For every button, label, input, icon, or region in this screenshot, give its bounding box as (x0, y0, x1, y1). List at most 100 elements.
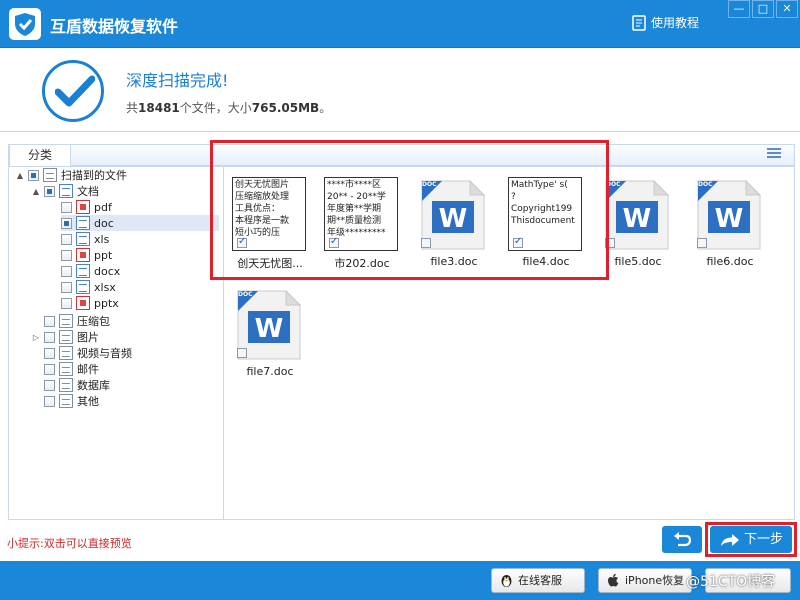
apple-icon (608, 573, 619, 587)
tree-item-docx[interactable]: docx (61, 263, 120, 279)
app-title: 互盾数据恢复软件 (50, 17, 179, 36)
tree-checkbox[interactable] (28, 169, 39, 181)
next-step-button[interactable]: 下一步 (710, 526, 792, 553)
file-item[interactable]: MathType' s( ? Copyright199 Thisdocument… (500, 167, 586, 271)
tree-item-doc[interactable]: doc (61, 215, 219, 231)
document-icon (59, 184, 73, 198)
hint-text: 小提示:双击可以直接预览 (7, 537, 132, 550)
svg-text:W: W (439, 204, 468, 234)
tree-checkbox[interactable] (44, 331, 55, 343)
minimize-button[interactable]: — (728, 0, 750, 18)
status-area (0, 49, 800, 131)
file-checkbox[interactable] (237, 348, 247, 358)
tree-checkbox[interactable] (44, 395, 55, 407)
file-name: file3.doc (430, 255, 478, 268)
tree-checkbox[interactable] (61, 281, 72, 293)
doc-file-icon (76, 216, 90, 230)
tree-item-xlsx[interactable]: xlsx (61, 279, 116, 295)
tree-item-pptx[interactable]: pptx (61, 295, 119, 311)
tree-checkbox[interactable] (44, 347, 55, 359)
tree-item-archives[interactable]: 压缩包 (31, 313, 110, 329)
xls-file-icon (76, 232, 90, 246)
tree-item-documents[interactable]: ▲ 文档 (31, 183, 99, 199)
pdf-icon (76, 200, 90, 214)
tree-item-root[interactable]: ▲ 扫描到的文件 (15, 167, 127, 183)
file-checkbox[interactable] (237, 236, 247, 248)
xlsx-file-icon (76, 280, 90, 294)
tree-label: ppt (94, 248, 113, 262)
tree-checkbox[interactable] (61, 265, 72, 277)
tree-checkbox[interactable] (61, 201, 72, 213)
tree-label: pptx (94, 296, 119, 310)
file-checkbox[interactable] (329, 236, 339, 248)
tree-checkbox[interactable] (61, 217, 72, 229)
tree-item-ppt[interactable]: ppt (61, 247, 112, 263)
online-service-label: 在线客服 (518, 574, 562, 587)
file-item[interactable]: 创天无忧图片 压缩缩放处理 工具优点： 本程序是一款 短小巧的压 创天无忧图..… (224, 167, 310, 271)
tree-checkbox[interactable] (44, 185, 55, 197)
file-grid: 创天无忧图片 压缩缩放处理 工具优点： 本程序是一款 短小巧的压 创天无忧图..… (224, 166, 795, 520)
file-item[interactable]: W DOC file3.doc (408, 167, 494, 271)
file-checkbox[interactable] (697, 238, 707, 248)
database-icon (59, 378, 73, 392)
doc-badge: DOC (422, 181, 437, 188)
tree-checkbox[interactable] (44, 363, 55, 375)
tree-checkbox[interactable] (61, 297, 72, 309)
next-step-label: 下一步 (744, 532, 784, 547)
tree-label: xlsx (94, 280, 116, 294)
tree-checkbox[interactable] (61, 249, 72, 261)
doc-badge: DOC (606, 181, 621, 188)
online-service-button[interactable]: 在线客服 (491, 568, 585, 593)
tree-label: docx (94, 264, 121, 278)
file-checkbox[interactable] (421, 238, 431, 248)
pptx-file-icon (76, 296, 90, 310)
folder-icon (43, 168, 57, 182)
help-tutorial-label: 使用教程 (651, 16, 700, 30)
svg-text:W: W (623, 204, 652, 234)
file-item[interactable]: ****市****区 20** - 20**学 年度第**学期 期**质量检测 … (316, 167, 402, 271)
expand-icon[interactable]: ▷ (31, 333, 41, 342)
file-name: file6.doc (706, 255, 754, 268)
collapse-icon[interactable]: ▲ (31, 187, 41, 196)
tree-label: pdf (94, 200, 112, 214)
tree-checkbox[interactable] (61, 233, 72, 245)
tree-item-database[interactable]: 数据库 (31, 377, 110, 393)
file-item[interactable]: W DOC file6.doc (684, 167, 770, 271)
tree-checkbox[interactable] (44, 315, 55, 327)
view-mode-icon[interactable] (767, 148, 781, 160)
tab-bar (8, 144, 795, 166)
tree-label: 其他 (77, 395, 99, 408)
tree-item-other[interactable]: 其他 (31, 393, 99, 409)
ppt-file-icon (76, 248, 90, 262)
tree-checkbox[interactable] (44, 379, 55, 391)
watermark-text: @51CTO博客 (686, 574, 776, 590)
file-checkbox[interactable] (513, 236, 523, 248)
tree-item-mail[interactable]: 邮件 (31, 361, 99, 377)
collapse-icon[interactable]: ▲ (15, 171, 25, 180)
tree-label: 视频与音频 (77, 347, 132, 360)
file-item[interactable]: W DOC file5.doc (592, 167, 678, 271)
share-arrow-icon (721, 534, 739, 546)
file-checkbox[interactable] (605, 238, 615, 248)
category-tree: ▲ 扫描到的文件 ▲ 文档 pdf doc xls ppt docx xlsx (8, 166, 224, 520)
other-files-icon (59, 394, 73, 408)
iphone-recovery-button[interactable]: iPhone恢复 (598, 568, 692, 593)
docx-file-icon (76, 264, 90, 278)
tree-item-xls[interactable]: xls (61, 231, 109, 247)
tree-item-images[interactable]: ▷ 图片 (31, 329, 99, 345)
undo-arrow-icon (674, 532, 691, 547)
maximize-button[interactable]: □ (752, 0, 774, 18)
tree-item-pdf[interactable]: pdf (61, 199, 112, 215)
close-button[interactable]: ✕ (776, 0, 798, 18)
doc-badge: DOC (238, 291, 253, 298)
image-icon (59, 330, 73, 344)
file-name: file7.doc (246, 365, 294, 378)
file-count: 18481 (138, 101, 180, 115)
tab-category[interactable]: 分类 (9, 144, 71, 167)
tree-item-media[interactable]: 视频与音频 (31, 345, 132, 361)
archive-icon (59, 314, 73, 328)
file-item[interactable]: W DOC file7.doc (224, 277, 310, 381)
tree-label: 扫描到的文件 (61, 169, 127, 182)
help-tutorial-link[interactable]: 使用教程 (631, 14, 699, 31)
back-button[interactable] (662, 526, 702, 553)
